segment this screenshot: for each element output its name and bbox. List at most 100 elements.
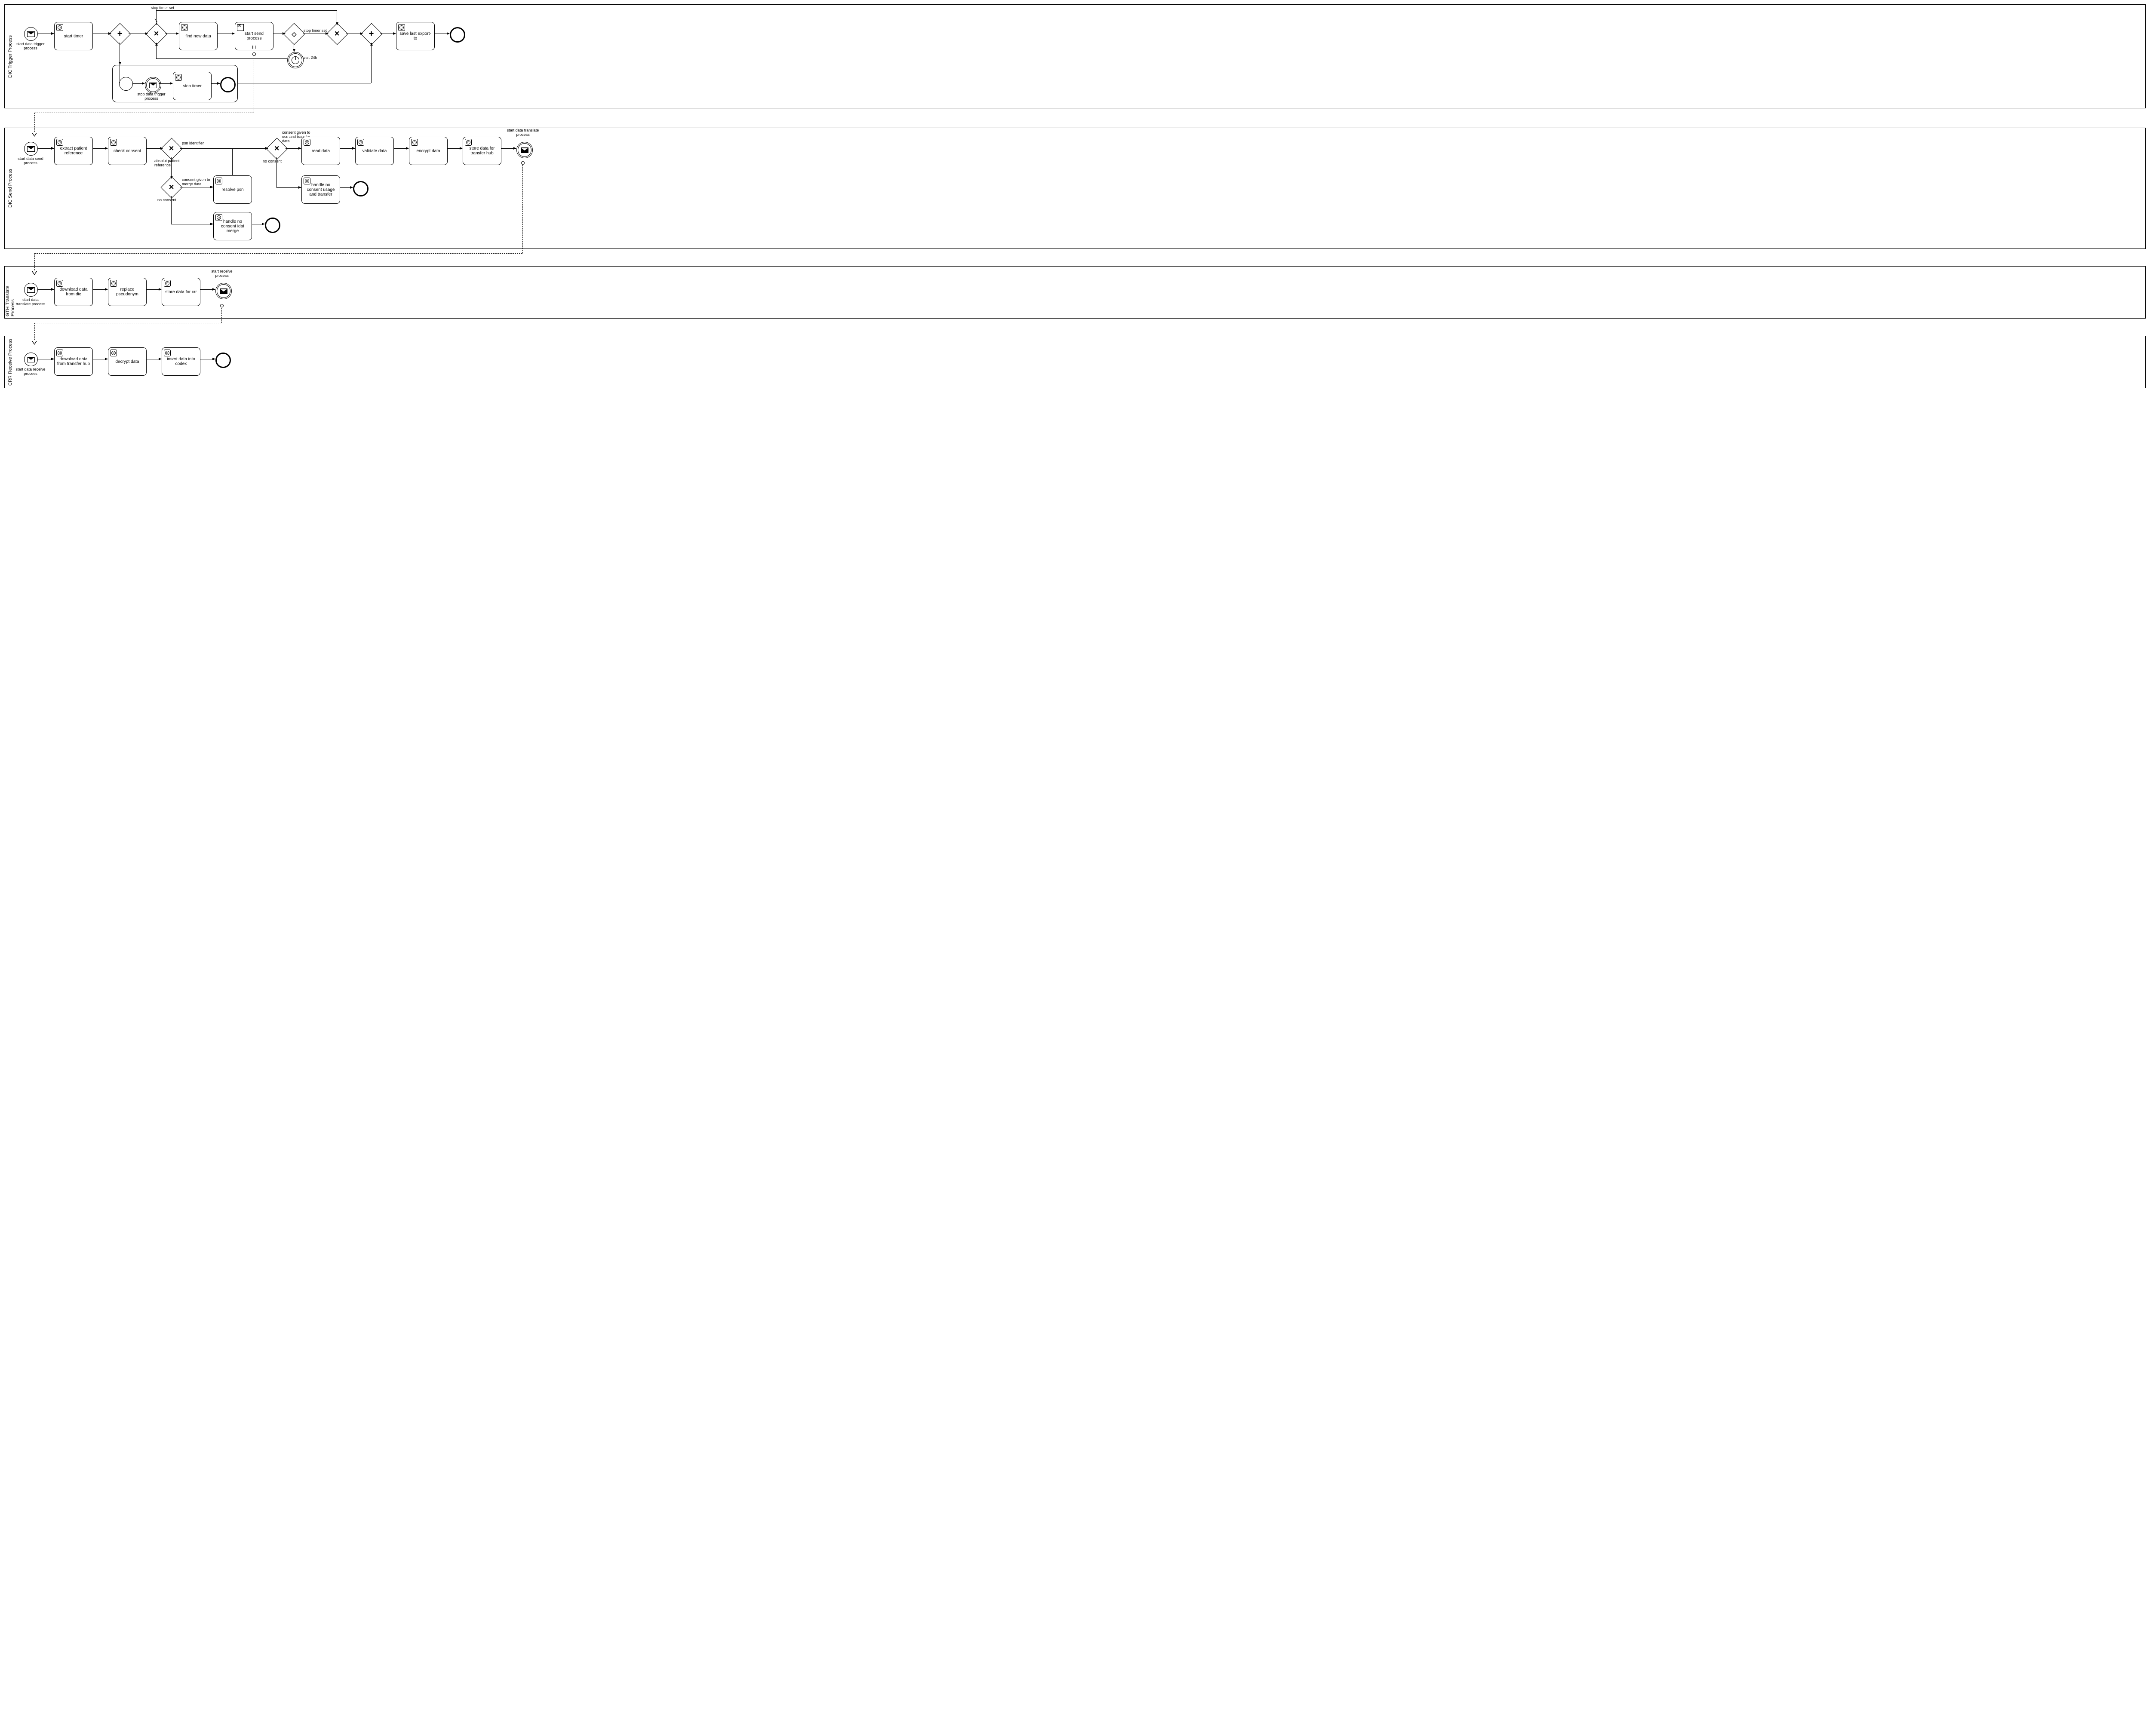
- end-message-throw-event: [516, 142, 533, 158]
- end-event: [450, 27, 465, 43]
- line: [171, 196, 172, 224]
- pool-label: DIC Send Process: [5, 128, 15, 248]
- arrow: [340, 148, 355, 149]
- arrow: [92, 289, 108, 290]
- timer-label: wait 24h: [303, 55, 324, 60]
- task-decrypt: decrypt data: [108, 347, 147, 376]
- task-validate-data: validate data: [355, 137, 394, 165]
- flow-label: stop timer set: [151, 6, 174, 10]
- exclusive-gateway: ×: [161, 138, 183, 160]
- arrow: [171, 157, 172, 178]
- message-flow: [522, 163, 523, 253]
- task-start-timer: start timer: [54, 22, 93, 50]
- arrow: [340, 187, 353, 188]
- pool-label: DIC Trigger Process: [5, 5, 15, 108]
- start-event-label: start data trigger process: [15, 42, 46, 50]
- arrow: [156, 43, 157, 58]
- arrow: [200, 289, 215, 290]
- task-save-last-export: save last export-to: [396, 22, 435, 50]
- task-read-data: read data: [301, 137, 340, 165]
- arrow: [180, 148, 268, 149]
- arrow: [132, 83, 144, 84]
- arrow: [146, 289, 161, 290]
- end-event: [265, 218, 280, 233]
- pool-gth-translate: GTH Translate Process start data transla…: [4, 266, 2146, 319]
- pool-label: CRR Receive Process: [5, 336, 15, 388]
- sub-event-label: stop data trigger process: [136, 92, 166, 101]
- start-message-event: [24, 142, 38, 156]
- arrow: [286, 148, 301, 149]
- end-event: [353, 181, 369, 196]
- task-find-new-data: find new data: [179, 22, 218, 50]
- arrow: [92, 148, 108, 149]
- flow-label: no consent: [263, 159, 282, 163]
- flow-label: absolut patient reference: [154, 159, 180, 167]
- task-encrypt-data: encrypt data: [409, 137, 448, 165]
- arrow: [37, 289, 54, 290]
- task-download-dic: download data from dic: [54, 278, 93, 306]
- arrow: [393, 148, 408, 149]
- message-flow: [34, 253, 522, 254]
- end-event-label: start receive process: [207, 269, 237, 278]
- task-store-crr: store data for crr: [162, 278, 200, 306]
- flow-label: consent given to merge data: [182, 178, 212, 186]
- task-replace-psn: replace pseudonym: [108, 278, 147, 306]
- task-start-send-process: start send process |||: [235, 22, 273, 50]
- task-handle-idat: handle no consent idat merge: [213, 212, 252, 240]
- task-stop-timer: stop timer: [173, 72, 212, 100]
- arrow: [37, 148, 54, 149]
- arrow: [501, 148, 516, 149]
- sub-end-event: [220, 77, 236, 92]
- end-message-throw-event: [215, 283, 232, 299]
- parallel-gateway: +: [109, 23, 131, 45]
- message-flow-source: [521, 161, 525, 165]
- task-store-data: store data for transfer hub: [463, 137, 501, 165]
- pool-dic-trigger: DIC Trigger Process start data trigger p…: [4, 4, 2146, 108]
- lane-content: start data send process extract patient …: [15, 128, 2145, 248]
- timer-event: [287, 52, 304, 68]
- line: [156, 10, 157, 25]
- arrow: [211, 83, 220, 84]
- arrow: [371, 43, 372, 83]
- flow-label: no consent: [157, 198, 176, 202]
- start-event-label: start data translate process: [15, 298, 46, 306]
- start-event-label: start data send process: [15, 156, 46, 165]
- line: [156, 58, 287, 59]
- task-label: start send process: [237, 31, 271, 41]
- sub-start-event: [119, 77, 133, 91]
- sub-message-catch-event: [145, 77, 161, 93]
- lane-content: start data receive process download data…: [15, 336, 2145, 388]
- parallel-gateway-join: +: [361, 23, 383, 45]
- line: [156, 10, 337, 11]
- multi-instance-marker: |||: [252, 45, 256, 49]
- pool-label: GTH Translate Process: [5, 267, 15, 318]
- message-flow-source: [220, 304, 224, 307]
- arrow: [447, 148, 462, 149]
- task-resolve-psn: resolve psn: [213, 175, 252, 204]
- exclusive-gateway: ×: [161, 177, 183, 199]
- pool-dic-send: DIC Send Process start data send process…: [4, 128, 2146, 249]
- task-insert-codex: insert data into codex: [162, 347, 200, 376]
- line: [276, 157, 277, 187]
- exclusive-gateway: ×: [146, 23, 168, 45]
- task-check-consent: check consent: [108, 137, 147, 165]
- line: [232, 148, 233, 175]
- arrow: [146, 148, 163, 149]
- lane-content: start data trigger process start timer +…: [15, 5, 2145, 108]
- arrow: [276, 187, 301, 188]
- task-handle-usage: handle no consent usage and transfer: [301, 175, 340, 204]
- message-flow: [221, 306, 222, 323]
- arrow: [159, 83, 172, 84]
- event-gateway: ◇: [283, 23, 305, 45]
- end-event-label: start data translate process: [506, 128, 540, 137]
- start-message-event: [24, 353, 38, 366]
- start-message-event: [24, 27, 38, 41]
- flow-label: psn identifier: [182, 141, 204, 145]
- start-message-event: [24, 283, 38, 297]
- task-extract-patient: extract patient reference: [54, 137, 93, 165]
- subprocess-stop-trigger: stop data trigger process stop timer: [112, 65, 238, 102]
- lane-content: start data translate process download da…: [15, 267, 2145, 318]
- exclusive-gateway-merge: ×: [326, 23, 348, 45]
- message-flow-source: [252, 52, 256, 56]
- end-event: [215, 353, 231, 368]
